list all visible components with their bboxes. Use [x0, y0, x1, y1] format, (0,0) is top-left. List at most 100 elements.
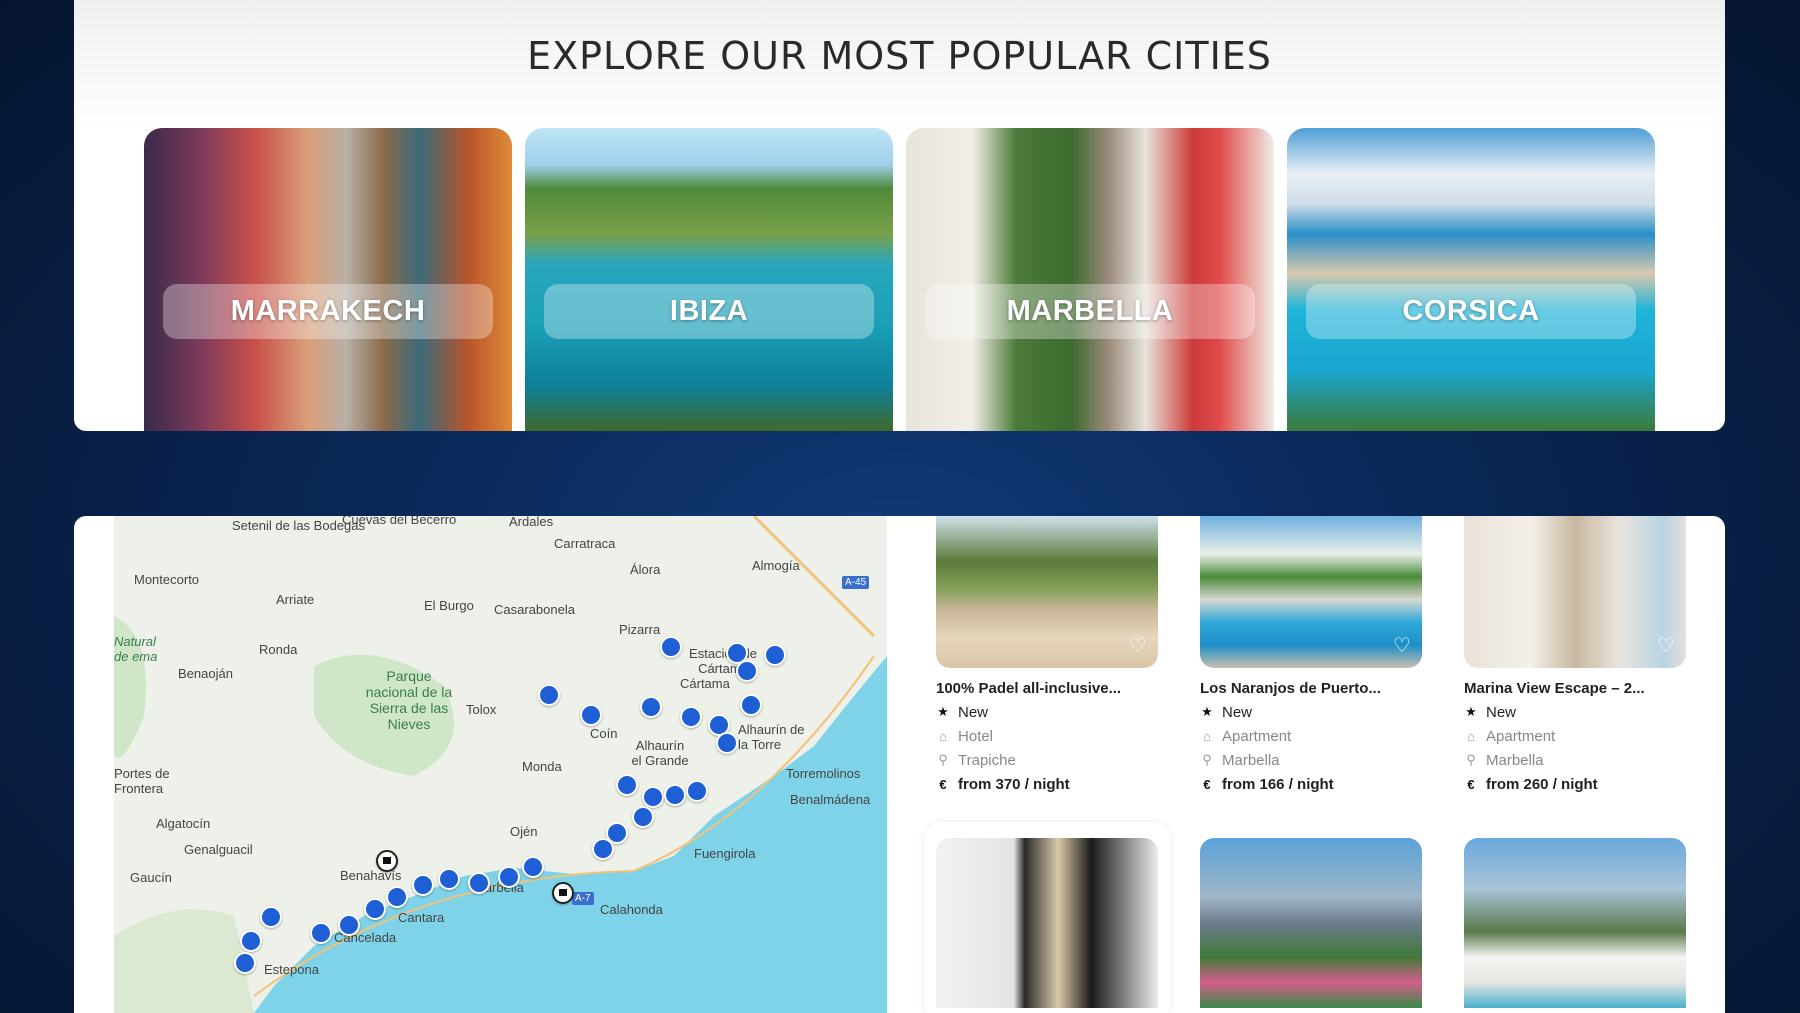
listing-badge: ★ New [1465, 703, 1517, 721]
city-card-marrakech[interactable]: MARRAKECH [144, 128, 512, 431]
map-pin[interactable] [660, 636, 682, 658]
star-icon: ★ [1465, 704, 1477, 719]
map-pin[interactable] [736, 660, 758, 682]
map-pin[interactable] [364, 898, 386, 920]
city-label: CORSICA [1306, 284, 1636, 339]
location-pin-icon: ⚲ [1466, 752, 1476, 767]
map-label: Torremolinos [786, 766, 861, 781]
listings-section: Setenil de las Bodegas Cuevas del Becerr… [74, 516, 1725, 1013]
map-label: Tolox [466, 702, 497, 717]
listing-photo: ♡ [1464, 516, 1686, 668]
city-label: MARRAKECH [163, 284, 493, 339]
map-label: Coín [590, 726, 618, 741]
map-pin[interactable] [632, 806, 654, 828]
building-icon: ⌂ [939, 728, 947, 744]
euro-icon: € [939, 776, 947, 792]
map-pin[interactable] [764, 644, 786, 666]
map-pin[interactable] [592, 838, 614, 860]
euro-icon: € [1203, 776, 1211, 792]
listing-card[interactable]: ♡ Los Naranjos de Puerto... ★ New ⌂ Apartm… [1200, 516, 1422, 793]
listing-title: Marina View Escape – 2... [1464, 680, 1645, 697]
listing-title: Los Naranjos de Puerto... [1200, 680, 1381, 697]
map-pin[interactable] [640, 696, 662, 718]
listing-card[interactable]: ♡ Marina View Escape – 2... ★ New ⌂ Apartm… [1464, 516, 1686, 793]
map-pin[interactable] [686, 780, 708, 802]
map-label: Benaoján [178, 666, 233, 681]
listing-card[interactable] [1464, 838, 1686, 1008]
map-pin[interactable] [234, 952, 256, 974]
listing-card[interactable]: ♡ 100% Padel all-inclusive... ★ New ⌂ Hote… [936, 516, 1158, 793]
listing-price: € from 260 / night [1464, 775, 1686, 793]
map-label: Genalguacil [184, 842, 253, 857]
map-label: Ardales [509, 516, 554, 529]
listing-photo: ♡ [936, 516, 1158, 668]
map-house-pin[interactable] [376, 850, 398, 872]
map-pin[interactable] [386, 886, 408, 908]
road-sign: A-45 [842, 576, 870, 589]
map-label: Portes de Frontera [114, 766, 170, 796]
map-label: El Burgo [424, 598, 474, 613]
section-title: EXPLORE OUR MOST POPULAR CITIES [527, 34, 1272, 78]
map-pin[interactable] [438, 868, 460, 890]
map-pin[interactable] [468, 872, 490, 894]
heart-icon[interactable]: ♡ [1656, 636, 1676, 656]
city-photo [144, 128, 512, 431]
city-photo [525, 128, 893, 431]
map-label: Gaucín [130, 870, 172, 885]
map-pin[interactable] [498, 866, 520, 888]
map-pin[interactable] [642, 786, 664, 808]
map-label: Alhaurín de la Torre [738, 722, 805, 752]
heart-icon[interactable]: ♡ [1392, 636, 1412, 656]
city-card-ibiza[interactable]: IBIZA [525, 128, 893, 431]
listing-card[interactable] [1200, 838, 1422, 1008]
star-icon: ★ [937, 704, 949, 719]
euro-icon: € [1467, 776, 1475, 792]
map-pin[interactable] [580, 704, 602, 726]
heart-icon[interactable]: ♡ [1128, 636, 1148, 656]
listing-location: ⚲ Marbella [1200, 751, 1422, 769]
listing-title: 100% Padel all-inclusive... [936, 680, 1122, 697]
map-label: Ojén [510, 824, 538, 839]
map-label: Almogía [752, 558, 800, 573]
listing-badge: ★ New [937, 703, 989, 721]
map[interactable]: Setenil de las Bodegas Cuevas del Becerr… [114, 516, 887, 1013]
map-pin[interactable] [240, 930, 262, 952]
map-pin[interactable] [538, 684, 560, 706]
map-pin[interactable] [716, 732, 738, 754]
map-label: Estepona [264, 962, 319, 977]
listing-type: ⌂ Apartment [1200, 727, 1422, 745]
city-card-marbella[interactable]: MARBELLA [906, 128, 1274, 431]
map-label: Benalmádena [790, 792, 871, 807]
city-card-corsica[interactable]: CORSICA [1287, 128, 1655, 431]
map-pin[interactable] [310, 922, 332, 944]
listing-card[interactable] [936, 838, 1158, 1008]
star-icon: ★ [1201, 704, 1213, 719]
map-label: Carratraca [554, 536, 616, 551]
map-pin[interactable] [412, 874, 434, 896]
map-label: Fuengirola [694, 846, 756, 861]
map-label: Montecorto [134, 572, 200, 587]
listing-photo [936, 838, 1158, 1008]
map-land [114, 516, 887, 1013]
map-house-pin[interactable] [552, 882, 574, 904]
map-label: Ronda [259, 642, 298, 657]
map-pin[interactable] [740, 694, 762, 716]
map-label: Algatocín [156, 816, 211, 831]
map-pin[interactable] [664, 784, 686, 806]
map-label: Arriate [276, 592, 315, 607]
map-pin[interactable] [338, 914, 360, 936]
map-label: Cártama [680, 676, 730, 691]
city-photo [1287, 128, 1655, 431]
map-pin[interactable] [616, 774, 638, 796]
map-label: Álora [630, 562, 661, 577]
map-label: Monda [522, 759, 562, 774]
listing-price: € from 370 / night [936, 775, 1158, 793]
map-pin[interactable] [680, 706, 702, 728]
map-pin[interactable] [260, 906, 282, 928]
map-label: Pizarra [619, 622, 661, 637]
city-label: IBIZA [544, 284, 874, 339]
map-pin[interactable] [522, 856, 544, 878]
map-label: Cuevas del Becerro [342, 516, 457, 527]
building-icon: ⌂ [1467, 728, 1475, 744]
map-label: Parque nacional de la Sierra de las Niev… [365, 668, 453, 732]
